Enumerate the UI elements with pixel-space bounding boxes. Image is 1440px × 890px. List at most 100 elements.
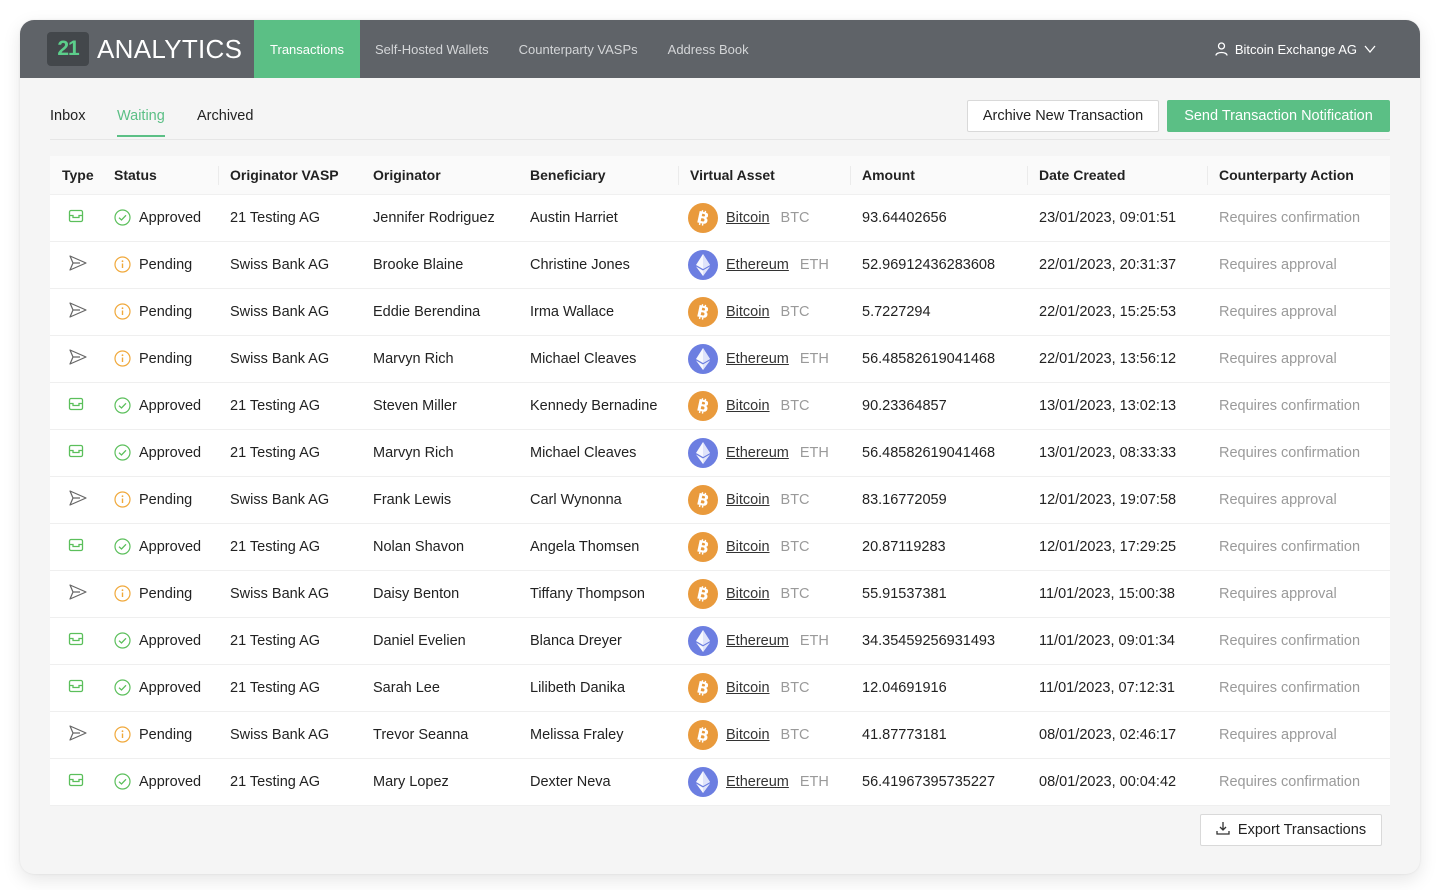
asset-symbol: BTC	[780, 491, 810, 508]
send-icon	[68, 583, 88, 605]
originator-cell: Steven Miller	[373, 397, 457, 414]
table-row[interactable]: Approved 21 Testing AG Jennifer Rodriguez A…	[50, 194, 1390, 241]
column-header-counterparty-action[interactable]: Counterparty Action	[1207, 156, 1390, 195]
account-menu[interactable]: Bitcoin Exchange AG	[1215, 20, 1420, 78]
asset-link[interactable]: Ethereum	[726, 257, 789, 273]
send-icon	[68, 254, 88, 276]
bitcoin-icon: B	[688, 578, 718, 609]
counterparty-action-cell: Requires approval	[1219, 726, 1337, 743]
asset-link[interactable]: Ethereum	[726, 774, 789, 790]
asset-symbol: BTC	[780, 209, 810, 226]
check-circle-icon	[114, 773, 131, 790]
asset-link[interactable]: Bitcoin	[726, 680, 770, 696]
column-header-virtual-asset[interactable]: Virtual Asset	[678, 156, 850, 195]
asset-link[interactable]: Bitcoin	[726, 586, 770, 602]
nav-item-counterparty-vasps[interactable]: Counterparty VASPs	[504, 20, 653, 78]
bitcoin-icon: B	[688, 672, 718, 703]
info-circle-icon	[114, 726, 131, 743]
asset-symbol: BTC	[780, 585, 810, 602]
table-row[interactable]: Pending Swiss Bank AG Eddie Berendina Irma …	[50, 288, 1390, 335]
table-row[interactable]: Pending Swiss Bank AG Brooke Blaine Christi…	[50, 241, 1390, 288]
originator-vasp-cell: Swiss Bank AG	[230, 726, 330, 743]
info-circle-icon	[114, 350, 131, 367]
brand-logo[interactable]: 21 ANALYTICS	[20, 20, 254, 78]
date-created-cell: 11/01/2023, 15:00:38	[1039, 585, 1175, 602]
table-row[interactable]: Approved 21 Testing AG Steven Miller Kenned…	[50, 382, 1390, 429]
date-created-cell: 13/01/2023, 08:33:33	[1039, 444, 1177, 461]
asset-symbol: BTC	[780, 726, 810, 743]
date-created-cell: 22/01/2023, 15:25:53	[1039, 303, 1177, 320]
nav-item-self-hosted-wallets[interactable]: Self-Hosted Wallets	[360, 20, 504, 78]
beneficiary-cell: Irma Wallace	[530, 303, 615, 320]
info-circle-icon	[114, 491, 131, 508]
table-row[interactable]: Approved 21 Testing AG Nolan Shavon Angela …	[50, 523, 1390, 570]
amount-cell: 52.96912436283608	[862, 256, 996, 273]
table-row[interactable]: Pending Swiss Bank AG Marvyn Rich Michael C…	[50, 335, 1390, 382]
asset-link[interactable]: Bitcoin	[726, 398, 770, 414]
originator-vasp-cell: 21 Testing AG	[230, 444, 321, 461]
column-header-originator[interactable]: Originator	[361, 156, 518, 195]
info-circle-icon	[114, 256, 131, 273]
originator-cell: Daniel Evelien	[373, 632, 466, 649]
beneficiary-cell: Angela Thomsen	[530, 538, 640, 555]
amount-cell: 34.35459256931493	[862, 632, 996, 649]
info-circle-icon	[114, 303, 131, 320]
asset-link[interactable]: Bitcoin	[726, 539, 770, 555]
export-transactions-button[interactable]: Export Transactions	[1200, 814, 1382, 846]
beneficiary-cell: Michael Cleaves	[530, 350, 637, 367]
asset-link[interactable]: Ethereum	[726, 633, 789, 649]
column-header-date-created[interactable]: Date Created	[1027, 156, 1207, 195]
asset-link[interactable]: Bitcoin	[726, 304, 770, 320]
status-cell: Pending	[102, 241, 218, 288]
column-header-status[interactable]: Status	[102, 156, 218, 195]
asset-symbol: ETH	[799, 350, 829, 367]
tab-archived[interactable]: Archived	[197, 108, 253, 135]
table-row[interactable]: Pending Swiss Bank AG Daisy Benton Tiffany …	[50, 570, 1390, 617]
tab-inbox[interactable]: Inbox	[50, 108, 85, 135]
table-row[interactable]: Pending Swiss Bank AG Frank Lewis Carl Wyno…	[50, 476, 1390, 523]
amount-cell: 56.48582619041468	[862, 444, 996, 461]
asset-link[interactable]: Bitcoin	[726, 727, 770, 743]
column-header-originator-vasp[interactable]: Originator VASP	[218, 156, 361, 195]
asset-link[interactable]: Ethereum	[726, 351, 789, 367]
counterparty-action-cell: Requires approval	[1219, 491, 1337, 508]
amount-cell: 90.23364857	[862, 397, 947, 414]
table-body: Approved 21 Testing AG Jennifer Rodriguez A…	[50, 194, 1390, 805]
asset-symbol: ETH	[799, 632, 829, 649]
table-row[interactable]: Approved 21 Testing AG Sarah Lee Lilibeth D…	[50, 664, 1390, 711]
date-created-cell: 11/01/2023, 09:01:34	[1039, 632, 1175, 649]
table-row[interactable]: Approved 21 Testing AG Mary Lopez Dexter Ne…	[50, 758, 1390, 805]
nav-item-address-book[interactable]: Address Book	[653, 20, 764, 78]
table-row[interactable]: Pending Swiss Bank AG Trevor Seanna Melissa…	[50, 711, 1390, 758]
table-row[interactable]: Approved 21 Testing AG Marvyn Rich Michael …	[50, 429, 1390, 476]
column-header-beneficiary[interactable]: Beneficiary	[518, 156, 678, 195]
asset-symbol: BTC	[780, 679, 810, 696]
status-text: Approved	[139, 444, 202, 461]
column-header-amount[interactable]: Amount	[850, 156, 1027, 195]
nav-item-transactions[interactable]: Transactions	[254, 20, 360, 78]
type-cell	[50, 523, 102, 570]
tab-waiting[interactable]: Waiting	[117, 108, 165, 137]
check-circle-icon	[114, 538, 131, 555]
inbox-icon	[68, 209, 84, 227]
asset-link[interactable]: Bitcoin	[726, 210, 770, 226]
beneficiary-cell: Carl Wynonna	[530, 491, 622, 508]
counterparty-action-cell: Requires confirmation	[1219, 632, 1361, 649]
archive-new-transaction-button[interactable]: Archive New Transaction	[967, 100, 1159, 132]
app-window: 21 ANALYTICS Transactions Self-Hosted Wa…	[20, 20, 1420, 874]
beneficiary-cell: Michael Cleaves	[530, 444, 637, 461]
beneficiary-cell: Blanca Dreyer	[530, 632, 622, 649]
asset-symbol: BTC	[780, 397, 810, 414]
originator-cell: Brooke Blaine	[373, 256, 464, 273]
virtual-asset-cell: B Bitcoin BTC	[678, 382, 850, 429]
status-text: Approved	[139, 209, 202, 226]
column-header-type[interactable]: Type	[50, 156, 102, 195]
asset-link[interactable]: Bitcoin	[726, 492, 770, 508]
virtual-asset-cell: B Bitcoin BTC	[678, 664, 850, 711]
amount-cell: 5.7227294	[862, 303, 931, 320]
beneficiary-cell: Dexter Neva	[530, 773, 611, 790]
send-transaction-notification-button[interactable]: Send Transaction Notification	[1167, 100, 1390, 132]
table-row[interactable]: Approved 21 Testing AG Daniel Evelien Blanc…	[50, 617, 1390, 664]
asset-link[interactable]: Ethereum	[726, 445, 789, 461]
date-created-cell: 08/01/2023, 02:46:17	[1039, 726, 1177, 743]
